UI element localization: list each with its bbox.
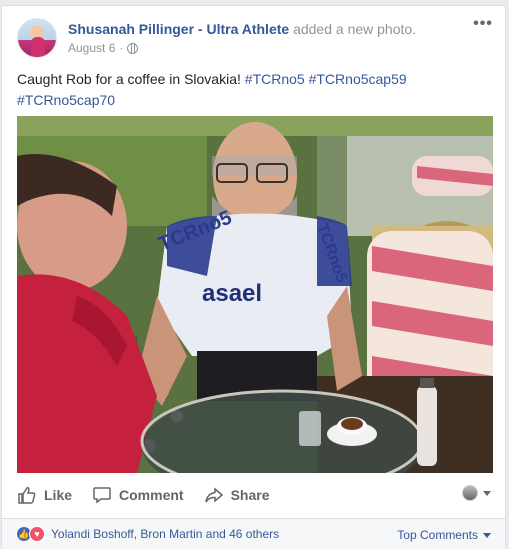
globe-icon[interactable] (127, 42, 139, 54)
share-label: Share (230, 487, 270, 503)
chevron-down-icon (483, 532, 491, 538)
hashtag-link[interactable]: #TCRno5cap59 (309, 71, 407, 87)
hashtag-link[interactable]: #TCRno5 (245, 71, 305, 87)
comment-button[interactable]: Comment (92, 485, 184, 505)
post-action-text: added a new photo. (293, 21, 417, 37)
photo-illustration: TCRno5 asael TCRno5 (17, 116, 493, 473)
thumbs-up-icon (18, 487, 36, 504)
post-text: Caught Rob for a coffee in Slovakia! #TC… (17, 69, 487, 111)
comment-icon (93, 487, 111, 504)
like-button[interactable]: Like (17, 485, 72, 505)
chevron-down-icon (483, 490, 491, 496)
post-meta: August 6 · (68, 41, 139, 55)
jersey-text-chest: asael (202, 280, 262, 307)
author-name-link[interactable]: Shusanah Pillinger - Ultra Athlete (68, 21, 289, 37)
love-reaction-icon: ♥ (29, 526, 45, 542)
share-button[interactable]: Share (204, 485, 270, 505)
reactions-bar: 👍 ♥ Yolandi Boshoff, Bron Martin and 46 … (2, 519, 505, 549)
reaction-names-link[interactable]: Yolandi Boshoff, Bron Martin and 46 othe… (51, 527, 279, 541)
top-comments-dropdown[interactable]: Top Comments (397, 528, 491, 542)
avatar-figure (31, 37, 45, 57)
post-as-selector[interactable] (462, 485, 491, 501)
post-text-plain: Caught Rob for a coffee in Slovakia! (17, 71, 245, 87)
post-date-link[interactable]: August 6 (68, 41, 115, 55)
top-comments-label: Top Comments (397, 528, 478, 542)
post-actions: Like Comment Share (17, 479, 493, 511)
meta-separator: · (119, 41, 124, 55)
viewer-avatar (462, 485, 478, 501)
author-avatar[interactable] (17, 18, 57, 58)
post-title-line: Shusanah Pillinger - Ultra Athlete added… (68, 21, 416, 37)
post-card: Shusanah Pillinger - Ultra Athlete added… (1, 5, 506, 549)
hashtag-link[interactable]: #TCRno5cap70 (17, 92, 115, 108)
like-label: Like (44, 487, 73, 503)
more-options-icon[interactable]: ••• (473, 16, 493, 38)
post-header: Shusanah Pillinger - Ultra Athlete added… (17, 16, 493, 60)
share-arrow-icon (204, 487, 223, 503)
post-photo[interactable]: TCRno5 asael TCRno5 (17, 116, 493, 473)
comment-label: Comment (119, 487, 184, 503)
reactions-summary[interactable]: 👍 ♥ Yolandi Boshoff, Bron Martin and 46 … (16, 526, 279, 542)
